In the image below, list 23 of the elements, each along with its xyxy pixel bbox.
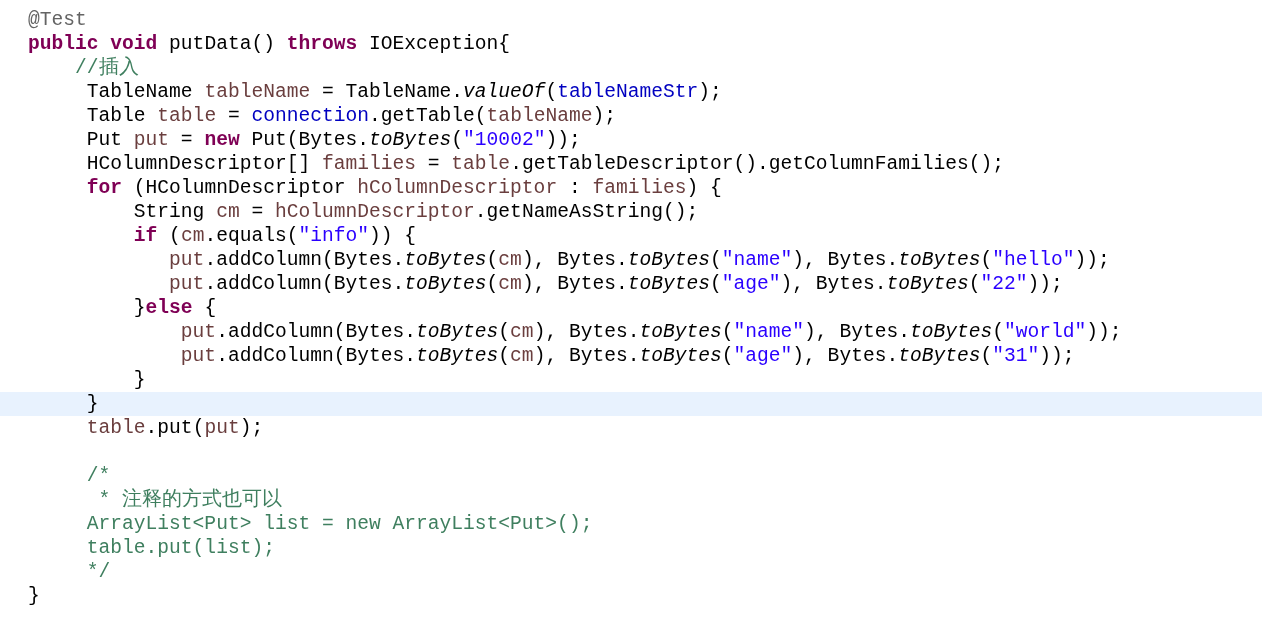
code-line: }else { (132, 296, 218, 320)
code-line: table.put(list); (85, 536, 276, 560)
code-line: * 注释的方式也可以 (97, 488, 284, 512)
code-line: TableName tableName = TableName.valueOf(tableNameStr); (85, 80, 723, 104)
code-line: } (27, 584, 41, 608)
code-line: public void putData() throws IOException{ (27, 32, 512, 56)
code-line: table.put(put); (85, 416, 265, 440)
code-line: put.addColumn(Bytes.toBytes(cm), Bytes.toBytes("age"), Bytes.toBytes("31")); (179, 344, 1076, 368)
code-line: */ (85, 560, 112, 584)
code-line: //插入 (74, 56, 140, 80)
code-line: Table table = connection.getTable(tableName); (85, 104, 617, 128)
code-line: for (HColumnDescriptor hColumnDescriptor : families) { (85, 176, 723, 200)
code-line: Put put = new Put(Bytes.toBytes("10002")); (85, 128, 582, 152)
code-line: String cm = hColumnDescriptor.getNameAsString(); (132, 200, 700, 224)
code-line: } (132, 368, 147, 392)
code-line: /* (85, 464, 112, 488)
code-line: if (cm.equals("info")) { (132, 224, 418, 248)
code-line: @Test (27, 8, 88, 32)
code-line: ArrayList<Put> list = new ArrayList<Put>(); (85, 512, 594, 536)
code-line: put.addColumn(Bytes.toBytes(cm), Bytes.toBytes("name"), Bytes.toBytes("hello")); (168, 248, 1111, 272)
code-line: put.addColumn(Bytes.toBytes(cm), Bytes.toBytes("age"), Bytes.toBytes("22")); (168, 272, 1064, 296)
code-line: HColumnDescriptor[] families = table.getTableDescriptor().getColumnFamilies(); (85, 152, 1005, 176)
code-line: put.addColumn(Bytes.toBytes(cm), Bytes.toBytes("name"), Bytes.toBytes("world")); (179, 320, 1123, 344)
